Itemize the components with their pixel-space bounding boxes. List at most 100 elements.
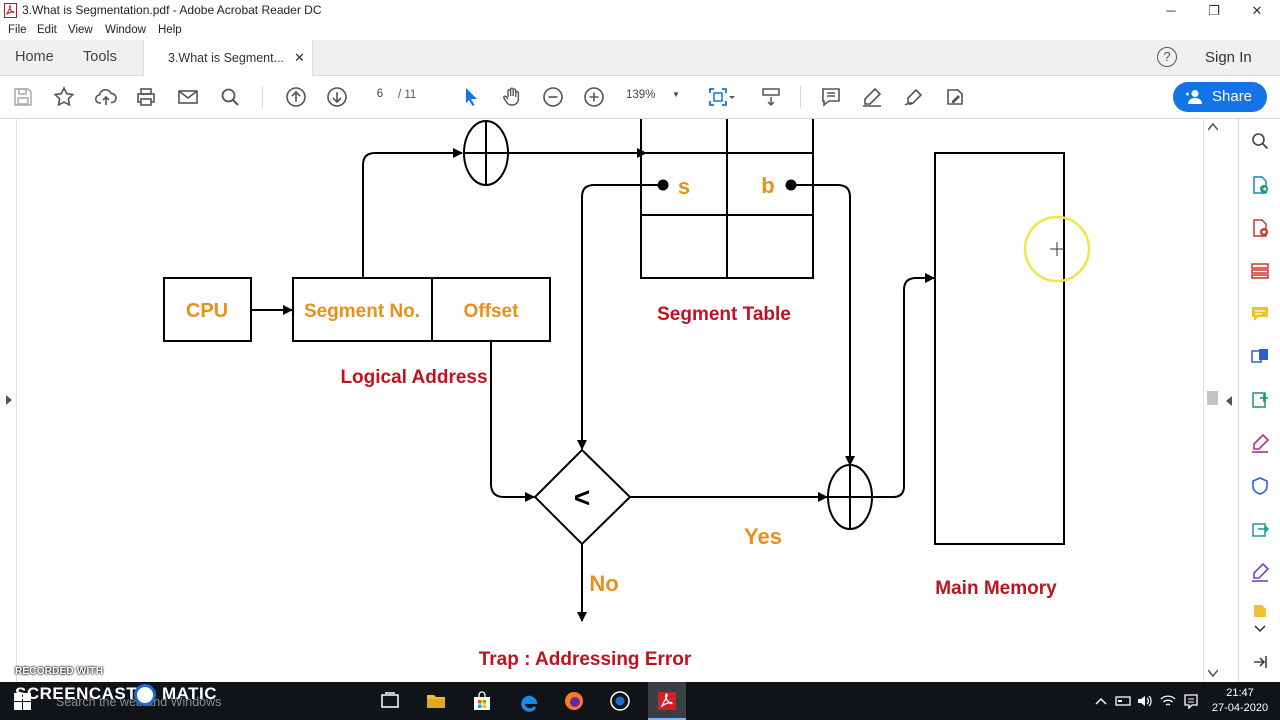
watermark-recorded-with: RECORDED WITH	[15, 666, 104, 677]
no-label: No	[589, 571, 618, 596]
acrobat-pdf-icon	[4, 3, 17, 18]
edge-browser-icon[interactable]	[518, 690, 540, 712]
print-icon[interactable]	[134, 85, 158, 109]
collapse-right-pane-icon[interactable]	[1225, 396, 1233, 406]
zoom-level[interactable]: 139%	[626, 89, 655, 101]
hand-tool-icon[interactable]	[500, 85, 524, 109]
close-window-button[interactable]: ✕	[1235, 0, 1279, 21]
yes-label: Yes	[744, 524, 782, 549]
select-cursor-icon[interactable]	[459, 85, 483, 109]
chevron-down-icon[interactable]: ▼	[672, 90, 680, 99]
request-signature-icon[interactable]	[1250, 562, 1270, 582]
screencast-app-icon[interactable]	[609, 690, 631, 712]
search-tool-icon[interactable]	[1250, 131, 1270, 151]
watermark-matic: MATIC	[162, 684, 218, 703]
scroll-up-icon[interactable]	[1208, 123, 1218, 131]
right-tools-pane	[1238, 119, 1280, 682]
volume-icon[interactable]	[1137, 694, 1153, 708]
help-icon[interactable]: ?	[1157, 47, 1177, 67]
segment-no-label: Segment No.	[304, 301, 420, 322]
main-memory-box	[934, 152, 1065, 545]
main-memory-label: Main Memory	[935, 578, 1057, 599]
window-title: 3.What is Segmentation.pdf - Adobe Acrob…	[22, 3, 322, 17]
next-page-icon[interactable]	[325, 85, 349, 109]
restore-button[interactable]: ❐	[1192, 0, 1236, 21]
share-label: Share	[1212, 88, 1253, 105]
segment-limit-s: s	[678, 174, 690, 199]
combine-files-icon[interactable]	[1250, 347, 1270, 367]
menu-view[interactable]: View	[68, 24, 93, 36]
tab-document[interactable]: 3.What is Segment... ✕	[143, 40, 313, 76]
store-icon[interactable]	[471, 690, 493, 712]
toolbar-divider	[800, 86, 801, 108]
menu-help[interactable]: Help	[158, 24, 182, 36]
save-icon[interactable]	[11, 85, 35, 109]
segment-base-b: b	[761, 173, 774, 198]
title-bar: 3.What is Segmentation.pdf - Adobe Acrob…	[0, 0, 1280, 21]
organize-pages-icon[interactable]	[1250, 261, 1270, 281]
chevron-down-icon[interactable]	[1250, 619, 1270, 639]
logical-address-label: Logical Address	[340, 367, 487, 388]
vertical-scrollbar[interactable]	[1203, 119, 1220, 682]
export-pdf-icon[interactable]	[1250, 175, 1270, 195]
collapse-pane-icon[interactable]	[1250, 652, 1270, 672]
menu-window[interactable]: Window	[105, 24, 146, 36]
fill-sign-icon[interactable]	[1250, 433, 1270, 453]
previous-page-icon[interactable]	[284, 85, 308, 109]
scrollbar-thumb[interactable]	[1207, 391, 1218, 405]
network-drive-icon[interactable]	[1115, 694, 1131, 708]
expand-left-icon	[6, 395, 12, 405]
acrobat-reader-icon[interactable]	[656, 690, 678, 712]
segment-table-label: Segment Table	[657, 304, 791, 325]
sign-in-button[interactable]: Sign In	[1205, 49, 1252, 66]
show-hidden-icons-chevron[interactable]	[1095, 697, 1107, 705]
zoom-in-icon[interactable]	[582, 85, 606, 109]
toolbar: 6 / 11 139% ▼ Share	[0, 76, 1280, 119]
wifi-icon[interactable]	[1160, 694, 1176, 708]
offset-label: Offset	[464, 301, 520, 322]
create-pdf-icon[interactable]	[1250, 218, 1270, 238]
taskbar-clock[interactable]: 21:47 27-04-2020	[1210, 686, 1270, 716]
fit-options-chevron-icon[interactable]	[726, 85, 738, 109]
toolbar-divider	[262, 86, 263, 108]
tab-close-icon[interactable]: ✕	[294, 50, 305, 66]
menu-edit[interactable]: Edit	[37, 24, 57, 36]
upload-cloud-icon[interactable]	[94, 85, 118, 109]
tab-tools[interactable]: Tools	[83, 49, 117, 65]
more-tools-icon[interactable]	[1250, 603, 1270, 617]
document-view[interactable]: CPU Segment No. Offset Logical Address s…	[0, 119, 1238, 682]
acrobat-window: 3.What is Segmentation.pdf - Adobe Acrob…	[0, 0, 1280, 720]
scroll-down-icon[interactable]	[1208, 669, 1218, 677]
redact-edit-icon[interactable]	[943, 85, 967, 109]
segment-no-path	[362, 148, 463, 278]
memory-arrow	[872, 273, 935, 498]
comment-tool-icon[interactable]	[1250, 304, 1270, 324]
zoom-out-icon[interactable]	[541, 85, 565, 109]
tab-home[interactable]: Home	[15, 49, 54, 65]
base-path	[791, 184, 855, 466]
file-explorer-icon[interactable]	[425, 690, 447, 712]
page-number-input[interactable]: 6	[368, 88, 392, 106]
sign-pen-icon[interactable]	[902, 85, 926, 109]
task-view-icon[interactable]	[379, 690, 401, 712]
firefox-icon[interactable]	[563, 690, 585, 712]
clock-time: 21:47	[1226, 687, 1254, 699]
clock-date: 27-04-2020	[1211, 702, 1269, 714]
comment-icon[interactable]	[819, 85, 843, 109]
highlight-pen-icon[interactable]	[860, 85, 884, 109]
offset-path	[490, 341, 535, 502]
bookmark-star-icon[interactable]	[52, 85, 76, 109]
send-for-review-icon[interactable]	[1250, 519, 1270, 539]
menu-file[interactable]: File	[8, 24, 27, 36]
left-pane-toggle[interactable]	[0, 119, 17, 682]
minimize-button[interactable]: ─	[1149, 0, 1193, 21]
scroll-mode-icon[interactable]	[759, 85, 783, 109]
share-button[interactable]: Share	[1173, 82, 1267, 112]
notification-icon[interactable]	[1183, 693, 1199, 709]
search-icon[interactable]	[218, 85, 242, 109]
email-icon[interactable]	[176, 85, 200, 109]
protect-shield-icon[interactable]	[1250, 476, 1270, 496]
segmentation-diagram: CPU Segment No. Offset Logical Address s…	[163, 119, 1091, 670]
watermark-logo-ring-icon	[134, 684, 156, 706]
edit-pdf-icon[interactable]	[1250, 390, 1270, 410]
